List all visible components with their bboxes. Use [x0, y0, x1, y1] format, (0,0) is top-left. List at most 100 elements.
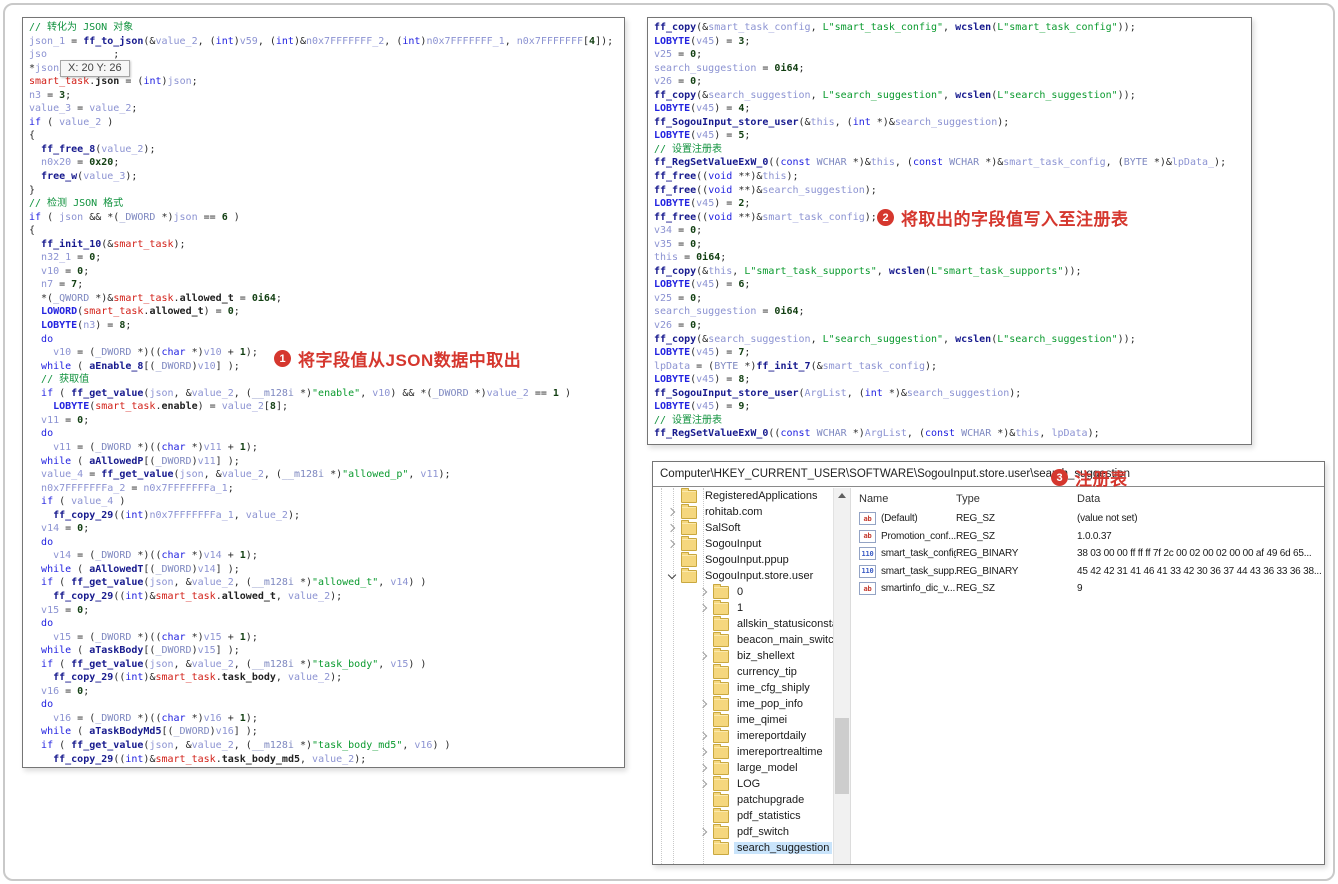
chevron-right-icon[interactable] [697, 601, 711, 615]
code-line: do [41, 333, 54, 345]
tree-item-label: imereportdaily [737, 730, 807, 742]
chevron-right-icon[interactable] [697, 649, 711, 663]
code-line: *(_QWORD *)&smart_task.allowed_t = 0i64; [29, 292, 282, 304]
code-line: LOBYTE(v45) = 8; [654, 374, 751, 386]
chevron-right-icon[interactable] [697, 585, 711, 599]
value-name: smartinfo_dic_v... [881, 583, 956, 595]
tree-item-pdf_switch[interactable]: pdf_switch [653, 823, 850, 840]
tree-item-0[interactable]: 0 [653, 583, 850, 600]
tree-item-imereportrealtime[interactable]: imereportrealtime [653, 743, 850, 760]
chevron-right-icon[interactable] [697, 777, 711, 791]
chevron-right-icon[interactable] [697, 729, 711, 743]
code-line: ff_copy(&search_suggestion, L"search_sug… [654, 89, 1136, 101]
tree-item-label: pdf_switch [737, 826, 789, 838]
values-rows: ab (Default) REG_SZ (value not set) ab Promot… [851, 510, 1324, 598]
code-line: { [29, 130, 36, 142]
value-name: smart_task_config [881, 548, 956, 560]
folder-icon [681, 503, 697, 519]
code-line: this = 0i64; [654, 252, 727, 264]
tree-item-beacon_main_switch[interactable]: beacon_main_switch [653, 631, 850, 648]
tree-item-ime_cfg_shiply[interactable]: ime_cfg_shiply [653, 679, 850, 696]
tree-item-label: large_model [737, 762, 798, 774]
code-line: LOBYTE(v45) = 9; [654, 401, 751, 413]
annotation-3-badge: 3 [1051, 469, 1068, 486]
folder-icon [713, 775, 729, 791]
tree-item-rohitab.com[interactable]: rohitab.com [653, 503, 850, 520]
folder-icon [681, 519, 697, 535]
folder-icon [713, 823, 729, 839]
tree-item-imereportdaily[interactable]: imereportdaily [653, 727, 850, 744]
value-name-cell: ab Promotion_conf... [859, 529, 956, 543]
scrollbar-thumb[interactable] [835, 718, 849, 794]
registry-value-row[interactable]: ab (Default) REG_SZ (value not set) [851, 510, 1324, 528]
registry-value-row[interactable]: 110 smart_task_config REG_BINARY 38 03 00 0… [851, 545, 1324, 563]
scrollbar-up-arrow-icon[interactable] [838, 493, 846, 498]
tree-item-patchupgrade[interactable]: patchupgrade [653, 791, 850, 808]
tree-item-SogouInput.store.user[interactable]: SogouInput.store.user [653, 567, 850, 584]
tree-item-currency_tip[interactable]: currency_tip [653, 663, 850, 680]
code-line: ff_init_10(&smart_task); [41, 238, 186, 250]
code-line: search_suggestion = 0i64; [654, 306, 805, 318]
code-line: { [29, 225, 36, 237]
tree-item-SogouInput[interactable]: SogouInput [653, 535, 850, 552]
code-line: ff_free((void **)&this); [654, 171, 799, 183]
code-line: ff_copy_29((int)&smart_task.task_body_md… [53, 753, 367, 765]
code-line: // 检测 JSON 格式 [29, 198, 124, 210]
registry-value-row[interactable]: 110 smart_task_supp... REG_BINARY 45 42 42 … [851, 563, 1324, 581]
value-data: 1.0.0.37 [1077, 530, 1112, 542]
tree-item-LOG[interactable]: LOG [653, 775, 850, 792]
chevron-right-icon[interactable] [697, 761, 711, 775]
code-line: v15 = 0; [41, 604, 90, 616]
code-line: ff_RegSetValueExW_0((const WCHAR *)ArgLi… [654, 428, 1100, 440]
code-line: ff_free((void **)&search_suggestion); [654, 184, 877, 196]
tree-item-SogouInput.ppup[interactable]: SogouInput.ppup [653, 551, 850, 568]
code-line: if ( ff_get_value(json, &value_2, (__m12… [41, 739, 451, 751]
registry-value-row[interactable]: ab smartinfo_dic_v... REG_SZ 9 [851, 580, 1324, 598]
chevron-placeholder [697, 713, 711, 727]
code-line: v35 = 0; [654, 238, 703, 250]
tree-item-label: ime_pop_info [737, 698, 804, 710]
chevron-right-icon[interactable] [697, 745, 711, 759]
value-type: REG_SZ [956, 583, 995, 595]
code-line: smart_task.json = (int)json; [29, 76, 198, 88]
code-line: v11 = (_DWORD *)((char *)v11 + 1); [53, 441, 258, 453]
chevron-down-icon[interactable] [665, 569, 679, 583]
tree-item-ime_qimei[interactable]: ime_qimei [653, 711, 850, 728]
tree-item-label: search_suggestion [734, 842, 833, 854]
code-line: v14 = (_DWORD *)((char *)v14 + 1); [53, 550, 258, 562]
tree-scrollbar[interactable] [833, 488, 850, 864]
code-line: v11 = 0; [41, 414, 90, 426]
tree-item-SalSoft[interactable]: SalSoft [653, 519, 850, 536]
chevron-right-icon[interactable] [697, 697, 711, 711]
value-type: REG_SZ [956, 530, 995, 542]
pseudocode-left: // 转化为 JSON 对象 json_1 = ff_to_json(&value… [29, 21, 624, 767]
code-line: v14 = 0; [41, 523, 90, 535]
annotation-1: 1 将字段值从JSON数据中取出 [274, 346, 521, 371]
tree-item-RegisteredApplications[interactable]: RegisteredApplications [653, 488, 850, 504]
column-header-data[interactable]: Data [1077, 493, 1324, 505]
tree-item-pdf_statistics[interactable]: pdf_statistics [653, 807, 850, 824]
screenshot-root: { "tooltip": {"text": "X: 20 Y: 26"}, "a… [0, 0, 1338, 884]
tree-item-large_model[interactable]: large_model [653, 759, 850, 776]
tree-rows: RegisteredApplications rohitab.com SalSoft… [653, 488, 850, 856]
registry-address-bar[interactable]: Computer\HKEY_CURRENT_USER\SOFTWARE\Sogo… [653, 462, 1324, 487]
column-header-type[interactable]: Type [956, 493, 1077, 505]
code-line: value_4 = ff_get_value(json, &value_2, (… [41, 469, 451, 481]
column-header-name[interactable]: Name [859, 493, 956, 505]
chevron-right-icon[interactable] [665, 537, 679, 551]
chevron-placeholder [697, 809, 711, 823]
annotation-2-badge: 2 [877, 209, 894, 226]
tree-item-allskin_statusiconstatis[interactable]: allskin_statusiconstatis [653, 615, 850, 632]
tree-item-biz_shellext[interactable]: biz_shellext [653, 647, 850, 664]
chevron-right-icon[interactable] [665, 521, 679, 535]
code-line: n32_1 = 0; [41, 252, 102, 264]
tree-item-search_suggestion[interactable]: search_suggestion [653, 839, 850, 856]
tree-item-ime_pop_info[interactable]: ime_pop_info [653, 695, 850, 712]
code-line: v15 = (_DWORD *)((char *)v15 + 1); [53, 631, 258, 643]
tree-item-1[interactable]: 1 [653, 599, 850, 616]
annotation-1-text: 将字段值从JSON数据中取出 [298, 351, 522, 370]
registry-value-row[interactable]: ab Promotion_conf... REG_SZ 1.0.0.37 [851, 528, 1324, 546]
chevron-right-icon[interactable] [697, 825, 711, 839]
code-line: LOBYTE(v45) = 4; [654, 103, 751, 115]
chevron-right-icon[interactable] [665, 505, 679, 519]
